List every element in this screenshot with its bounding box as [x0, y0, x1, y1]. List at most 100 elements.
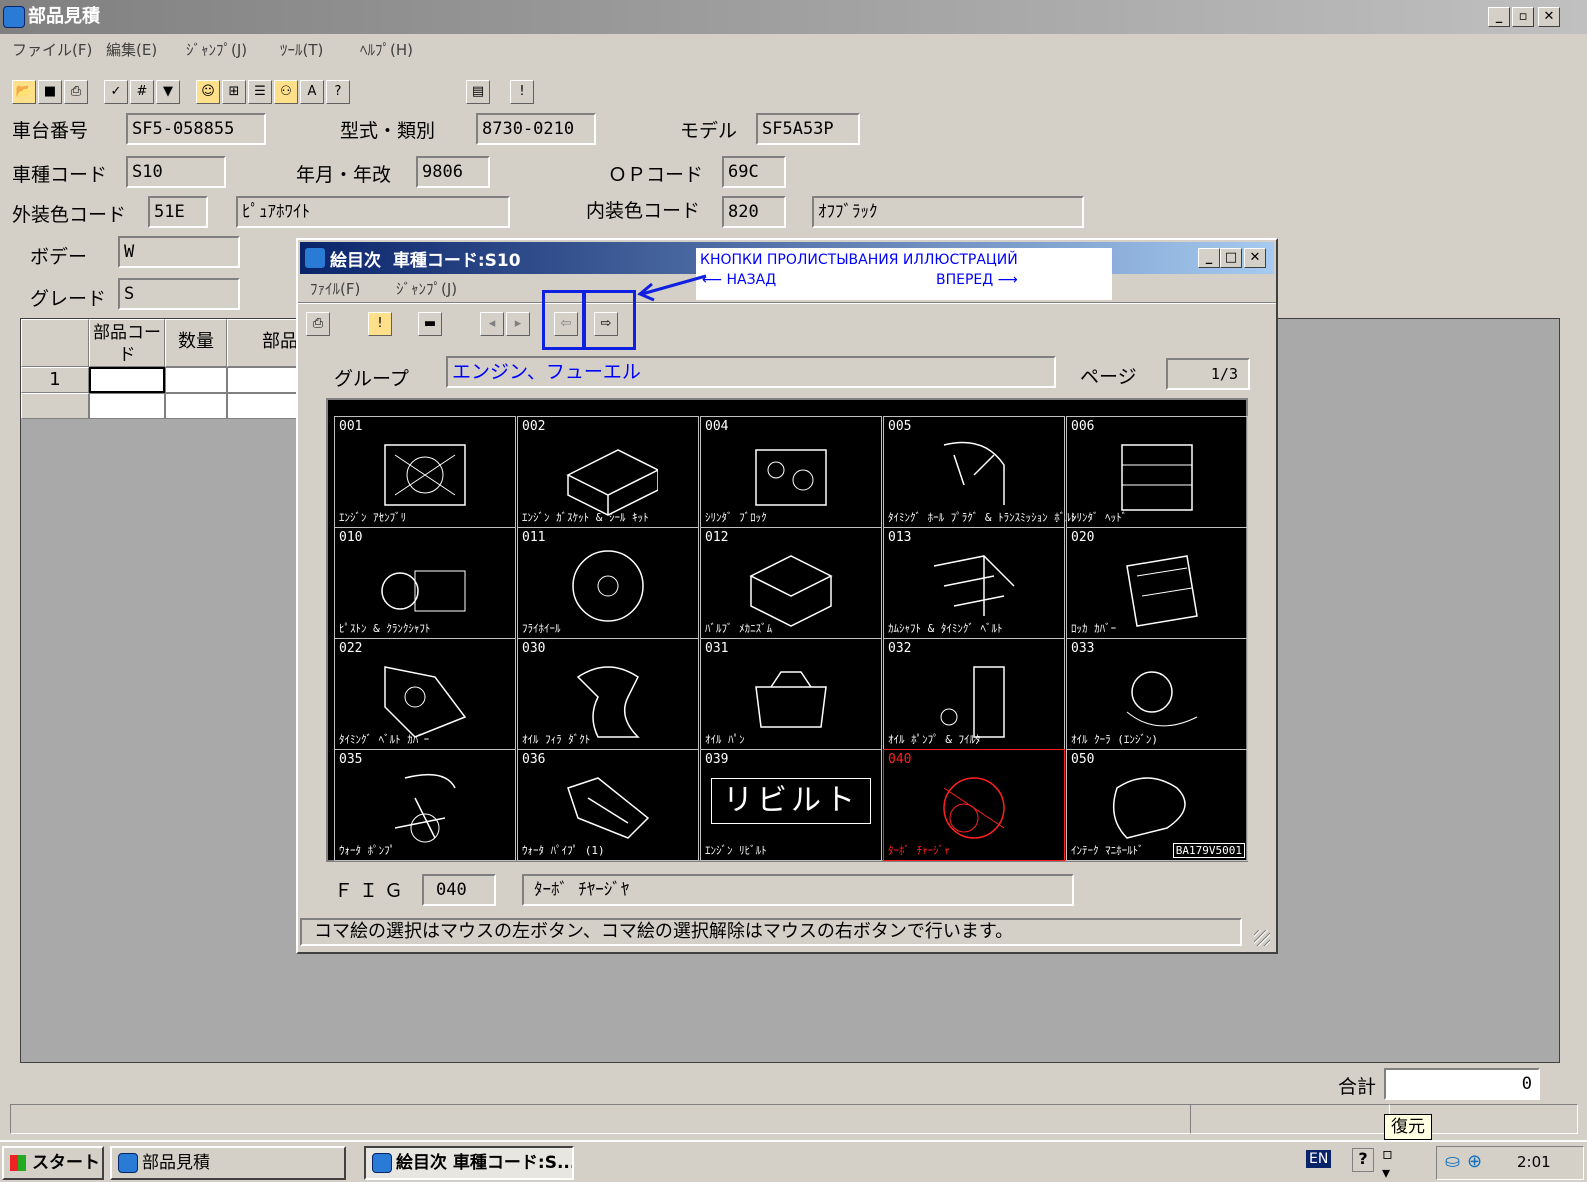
menu-help[interactable]: ﾍﾙﾌﾟ(H) — [360, 39, 413, 60]
check-icon[interactable]: ✓ — [104, 80, 128, 104]
save-icon[interactable]: ■ — [38, 80, 62, 104]
grade-field[interactable]: S — [118, 278, 240, 310]
year-field[interactable]: 9806 — [416, 156, 490, 188]
illustration-tile[interactable]: 012 ﾊﾞﾙﾌﾞ ﾒｶﾆｽﾞﾑ — [700, 527, 882, 639]
illustration-tile[interactable]: 032 ｵｲﾙ ﾎﾟﾝﾌﾟ & ﾌｲﾙﾀ — [883, 638, 1065, 750]
network-icon[interactable]: ⛀ — [1445, 1151, 1460, 1172]
open-icon[interactable]: 📂 — [12, 80, 36, 104]
print-icon[interactable]: ⎙ — [64, 80, 88, 104]
tile-number: 010 — [339, 530, 363, 545]
part-illustration — [749, 555, 833, 627]
start-button[interactable]: スタート — [2, 1146, 104, 1180]
dialog-minimize-button[interactable]: _ — [1198, 248, 1220, 268]
group-prev-icon[interactable]: ◂ — [480, 312, 504, 336]
model-field[interactable]: SF5A53P — [756, 113, 860, 145]
grid-cell-part-code[interactable] — [89, 367, 165, 393]
ext-color-label: 外装色コード — [12, 204, 127, 226]
grid-cell-empty-3[interactable] — [227, 393, 307, 419]
illustration-tile[interactable]: 035 ｳｫｰﾀ ﾎﾟﾝﾌﾟ — [334, 749, 516, 861]
download-icon[interactable]: ▼ — [156, 80, 180, 104]
grid-header-part-name[interactable]: 部品 — [227, 319, 307, 367]
illustration-tile[interactable]: 050 ｲﾝﾃｰｸ ﾏﾆﾎｰﾙﾄﾞ BA179V5001 — [1066, 749, 1248, 861]
restore-tooltip: 復元 — [1384, 1114, 1432, 1140]
int-color-name-field[interactable]: ｵﾌﾌﾞﾗｯｸ — [812, 196, 1084, 228]
dialog-print-icon[interactable]: ⎙ — [306, 312, 330, 336]
minimize-button[interactable]: _ — [1488, 7, 1510, 27]
tile-number: 004 — [705, 419, 729, 434]
illustration-tile[interactable]: 013 ｶﾑｼｬﾌﾄ & ﾀｲﾐﾝｸﾞ ﾍﾞﾙﾄ — [883, 527, 1065, 639]
grid-header-part-code[interactable]: 部品コード — [89, 319, 165, 367]
task-picture-index[interactable]: 絵目次 車種コード:S... — [364, 1146, 574, 1180]
document-icon[interactable]: ▤ — [466, 80, 490, 104]
illustration-tile[interactable]: 011 ﾌﾗｲﾎｲｰﾙ — [517, 527, 699, 639]
fig-label: ＦＩＧ — [334, 880, 410, 902]
tray-app-icon[interactable]: ⊕ — [1467, 1151, 1482, 1172]
op-code-field[interactable]: 69C — [722, 156, 786, 188]
part-illustration — [384, 666, 467, 738]
tile-caption: ﾛｯｶ ｶﾊﾞｰ — [1071, 622, 1117, 635]
menu-jump[interactable]: ｼﾞｬﾝﾌﾟ(J) — [186, 39, 247, 60]
body-field[interactable]: W — [118, 236, 240, 268]
tile-caption: ｵｲﾙ ｸｰﾗ (ｴﾝｼﾞﾝ) — [1071, 733, 1158, 746]
table-icon[interactable]: ⊞ — [222, 80, 246, 104]
task-parts-estimate[interactable]: 部品見積 — [110, 1146, 346, 1180]
tile-caption: ｳｫｰﾀ ﾎﾟﾝﾌﾟ — [339, 844, 396, 857]
grid-cell-empty-1[interactable] — [89, 393, 165, 419]
chassis-field[interactable]: SF5-058855 — [126, 113, 266, 145]
menu-file[interactable]: ファイル(F) — [12, 39, 92, 60]
illustration-tile[interactable]: 040 ﾀｰﾎﾞ ﾁｬｰｼﾞｬ — [883, 749, 1065, 861]
illustration-tile[interactable]: 022 ﾀｲﾐﾝｸﾞ ﾍﾞﾙﾄ ｶﾊﾞｰ — [334, 638, 516, 750]
dialog-menu-jump[interactable]: ｼﾞｬﾝﾌﾟ(J) — [396, 278, 457, 299]
illustration-tile[interactable]: 031 ｵｲﾙ ﾊﾟﾝ — [700, 638, 882, 750]
group-next-icon[interactable]: ▸ — [506, 312, 530, 336]
restore-tray-icon[interactable]: ▫ ▾ — [1382, 1144, 1393, 1182]
part-illustration — [755, 671, 827, 728]
illustration-tile[interactable]: 036 ｳｫｰﾀ ﾊﾟｲﾌﾟ (1) — [517, 749, 699, 861]
close-button[interactable]: ✕ — [1538, 7, 1560, 27]
help-icon[interactable]: ? — [1352, 1148, 1374, 1172]
help-book-icon[interactable]: ? — [326, 80, 350, 104]
illustration-tile[interactable]: 004 ｼﾘﾝﾀﾞ ﾌﾞﾛｯｸ — [700, 416, 882, 528]
illustration-tile[interactable]: 006 ｼﾘﾝﾀﾞ ﾍｯﾄﾞ — [1066, 416, 1248, 528]
tile-number: 013 — [888, 530, 912, 545]
grid-header-quantity[interactable]: 数量 — [165, 319, 227, 367]
illustration-tile[interactable]: 010 ﾋﾟｽﾄﾝ & ｸﾗﾝｸｼｬﾌﾄ — [334, 527, 516, 639]
ext-color-code-field[interactable]: 51E — [148, 196, 208, 228]
dialog-screen-icon[interactable]: ▬ — [418, 312, 442, 336]
grid-cell-quantity[interactable] — [165, 367, 227, 393]
menu-edit[interactable]: 編集(E) — [106, 39, 157, 60]
illustration-tile[interactable]: 002 ｴﾝｼﾞﾝ ｶﾞｽｹｯﾄ & ｼｰﾙ ｷｯﾄ — [517, 416, 699, 528]
list-icon[interactable]: ☰ — [248, 80, 272, 104]
model-label: モデル — [680, 120, 738, 142]
menu-tools[interactable]: ﾂｰﾙ(T) — [280, 39, 323, 60]
main-title-bar[interactable]: 部品見積 _ ▫ ✕ — [0, 0, 1587, 34]
grid-cell-empty-2[interactable] — [165, 393, 227, 419]
number-icon[interactable]: # — [130, 80, 154, 104]
task1-label: 部品見積 — [142, 1153, 210, 1173]
tile-number: 040 — [888, 752, 912, 767]
ext-color-name-field[interactable]: ﾋﾟｭｱﾎﾜｲﾄ — [236, 196, 510, 228]
illustration-tile[interactable]: 033 ｵｲﾙ ｸｰﾗ (ｴﾝｼﾞﾝ) — [1066, 638, 1248, 750]
illustration-tile[interactable]: 020 ﾛｯｶ ｶﾊﾞｰ — [1066, 527, 1248, 639]
illustration-tile[interactable]: 030 ｵｲﾙ ﾌｨﾗ ﾀﾞｸﾄ — [517, 638, 699, 750]
dialog-maximize-button[interactable]: □ — [1220, 248, 1242, 268]
dialog-resize-grip[interactable] — [1254, 930, 1270, 946]
tile-number: 050 — [1071, 752, 1095, 767]
users-icon[interactable]: ⚇ — [274, 80, 298, 104]
dialog-bookmark-icon[interactable]: ! — [368, 312, 392, 336]
language-indicator[interactable]: EN — [1306, 1150, 1332, 1168]
int-color-code-field[interactable]: 820 — [722, 196, 786, 228]
dialog-menu-file[interactable]: ﾌｧｲﾙ(F) — [310, 278, 360, 299]
grid-cell-part-name[interactable] — [227, 367, 307, 393]
illustration-tile[interactable]: 001 ｴﾝｼﾞﾝ ｱｾﾝﾌﾞﾘ — [334, 416, 516, 528]
person-icon[interactable]: ☺ — [196, 80, 220, 104]
font-icon[interactable]: A — [300, 80, 324, 104]
model-type-field[interactable]: 8730-0210 — [476, 113, 596, 145]
illustration-tile[interactable]: 005 ﾀｲﾐﾝｸﾞ ﾎｰﾙ ﾌﾟﾗｸﾞ & ﾄﾗﾝｽﾐｯｼｮﾝ ﾎﾞﾙﾄ — [883, 416, 1076, 528]
main-menu-bar: ファイル(F) 編集(E) ｼﾞｬﾝﾌﾟ(J) ﾂｰﾙ(T) ﾍﾙﾌﾟ(H) — [0, 34, 1587, 64]
restore-button[interactable]: ▫ — [1512, 7, 1534, 27]
alert-icon[interactable]: ! — [510, 80, 534, 104]
vehicle-code-field[interactable]: S10 — [126, 156, 226, 188]
dialog-close-button[interactable]: ✕ — [1244, 248, 1266, 268]
illustration-tile[interactable]: 039 リビルト ｴﾝｼﾞﾝ ﾘﾋﾞﾙﾄ — [700, 749, 882, 861]
